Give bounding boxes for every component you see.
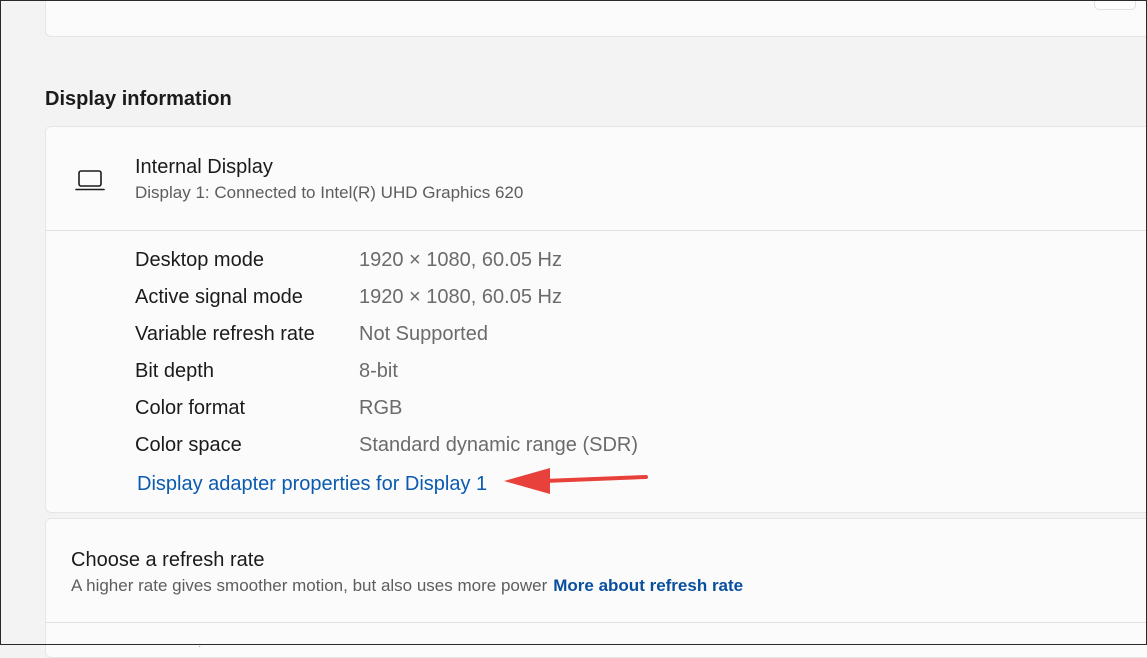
info-value: Not Supported (359, 323, 488, 345)
more-about-refresh-rate-link[interactable]: More about refresh rate (553, 576, 743, 595)
refresh-rate-description: A higher rate gives smoother motion, but… (71, 576, 743, 596)
info-label: Desktop mode (135, 249, 264, 271)
info-value: RGB (359, 397, 403, 419)
card-control-button[interactable] (1094, 0, 1136, 10)
info-label: Color format (135, 397, 246, 419)
display-header: Internal Display Display 1: Connected to… (46, 127, 1147, 231)
info-row-bit-depth: Bit depth 8-bit (135, 360, 835, 388)
laptop-icon (75, 170, 105, 191)
display-adapter-properties-link[interactable]: Display adapter properties for Display 1 (137, 473, 487, 496)
refresh-rate-title: Choose a refresh rate (71, 549, 265, 571)
refresh-rate-description-text: A higher rate gives smoother motion, but… (71, 576, 548, 595)
display-information-card: Internal Display Display 1: Connected to… (45, 126, 1147, 513)
info-label: Active signal mode (135, 286, 303, 308)
refresh-rate-card: Choose a refresh rate A higher rate give… (45, 518, 1147, 658)
info-row-color-space: Color space Standard dynamic range (SDR) (135, 434, 835, 462)
info-label: Variable refresh rate (135, 323, 315, 345)
info-label: Bit depth (135, 360, 214, 382)
info-value: Standard dynamic range (SDR) (359, 434, 639, 456)
display-connection-subtitle: Display 1: Connected to Intel(R) UHD Gra… (135, 183, 524, 202)
info-row-active-signal-mode: Active signal mode 1920 × 1080, 60.05 Hz (135, 286, 835, 314)
cutoff-next-row-glyph: · (198, 641, 202, 652)
info-value: 1920 × 1080, 60.05 Hz (359, 286, 562, 308)
info-label: Color space (135, 434, 242, 456)
annotation-arrow (504, 468, 648, 494)
card-divider (46, 622, 1147, 623)
display-name: Internal Display (135, 156, 273, 178)
info-value: 1920 × 1080, 60.05 Hz (359, 249, 562, 271)
section-title: Display information (45, 88, 232, 110)
previous-settings-card (45, 0, 1147, 37)
info-row-color-format: Color format RGB (135, 397, 835, 425)
info-value: 8-bit (359, 360, 398, 382)
info-row-variable-refresh-rate: Variable refresh rate Not Supported (135, 323, 835, 351)
info-row-desktop-mode: Desktop mode 1920 × 1080, 60.05 Hz (135, 249, 835, 277)
